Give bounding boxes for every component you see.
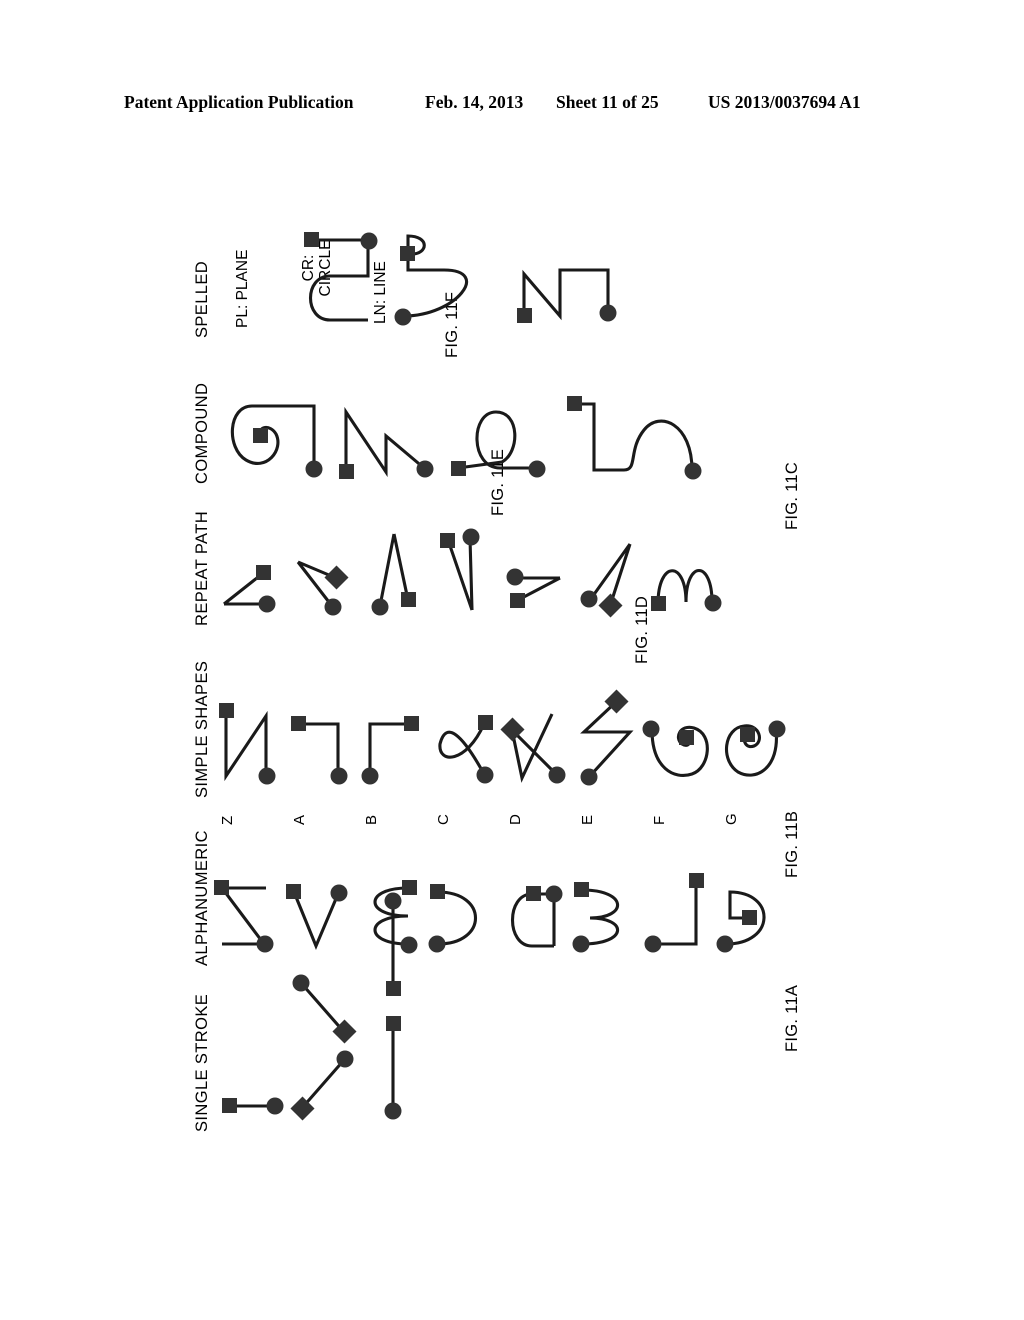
gesture-spelled-line <box>512 210 622 330</box>
column-header-alphanumeric: ALPHANUMERIC <box>193 830 211 966</box>
column-header-spelled: SPELLED <box>193 260 211 338</box>
gesture-repeat-path-e <box>578 508 640 618</box>
gesture-simple-shapes-f <box>642 666 718 786</box>
gesture-repeat-path-d <box>506 508 568 618</box>
gesture-simple-shapes-c <box>432 666 494 786</box>
gesture-compound-a <box>332 352 434 482</box>
gesture-repeat-path-b <box>362 508 424 618</box>
gesture-compound-b <box>444 352 546 482</box>
gesture-simple-shapes-z <box>216 666 278 786</box>
gesture-alphanumeric-d <box>502 848 564 954</box>
row-label-d: D <box>507 814 524 825</box>
gesture-alphanumeric-f <box>644 848 708 954</box>
row-label-f: F <box>651 815 668 825</box>
gesture-alphanumeric-z <box>214 848 276 954</box>
gesture-simple-shapes-d <box>500 666 566 786</box>
gesture-compound-c <box>564 352 704 482</box>
figure-caption-11a: FIG. 11A <box>783 984 801 1052</box>
gesture-repeat-path-a <box>290 508 352 618</box>
column-header-compound: COMPOUND <box>193 382 211 484</box>
gesture-alphanumeric-b <box>358 848 420 954</box>
gesture-simple-shapes-b <box>360 666 422 786</box>
row-label-a: A <box>291 814 308 825</box>
row-label-c: C <box>435 814 452 825</box>
gesture-single-stroke-z <box>222 1010 284 1120</box>
gesture-alphanumeric-a <box>286 848 348 954</box>
row-label-z: Z <box>219 815 236 825</box>
row-label-g: G <box>723 813 740 825</box>
column-header-single-stroke: SINGLE STROKE <box>193 993 211 1132</box>
gesture-simple-shapes-a <box>288 666 350 786</box>
column-header-simple-shapes: SIMPLE SHAPES <box>193 660 211 798</box>
spelled-annotation-plane: PL: PLANE <box>234 250 251 328</box>
gesture-repeat-path-c <box>434 508 496 618</box>
gesture-alphanumeric-c <box>428 848 492 954</box>
gesture-spelled-plane <box>292 210 378 330</box>
gesture-repeat-path-f <box>648 508 722 618</box>
row-label-b: B <box>363 814 380 825</box>
gesture-alphanumeric-e <box>572 848 636 954</box>
gesture-simple-shapes-g <box>718 666 792 786</box>
spelled-abbrev-pl: PL: <box>234 304 251 328</box>
spelled-word-plane: PLANE <box>234 249 251 301</box>
figure-caption-11c: FIG. 11C <box>783 461 801 530</box>
column-header-repeat-path: REPEAT PATH <box>193 510 211 626</box>
gesture-simple-shapes-e <box>576 666 638 786</box>
gesture-spelled-circle <box>392 210 502 330</box>
gesture-repeat-path-z <box>218 508 280 618</box>
gesture-compound-z <box>218 352 324 482</box>
figure-plate: SINGLE STROKE ALPHANUMERIC SIMPLE SHAPES… <box>0 0 1024 1320</box>
row-label-e: E <box>579 814 596 825</box>
gesture-alphanumeric-g <box>716 848 780 954</box>
figure-caption-11b: FIG. 11B <box>783 810 801 878</box>
figure-rotated-canvas: SINGLE STROKE ALPHANUMERIC SIMPLE SHAPES… <box>182 170 842 1150</box>
